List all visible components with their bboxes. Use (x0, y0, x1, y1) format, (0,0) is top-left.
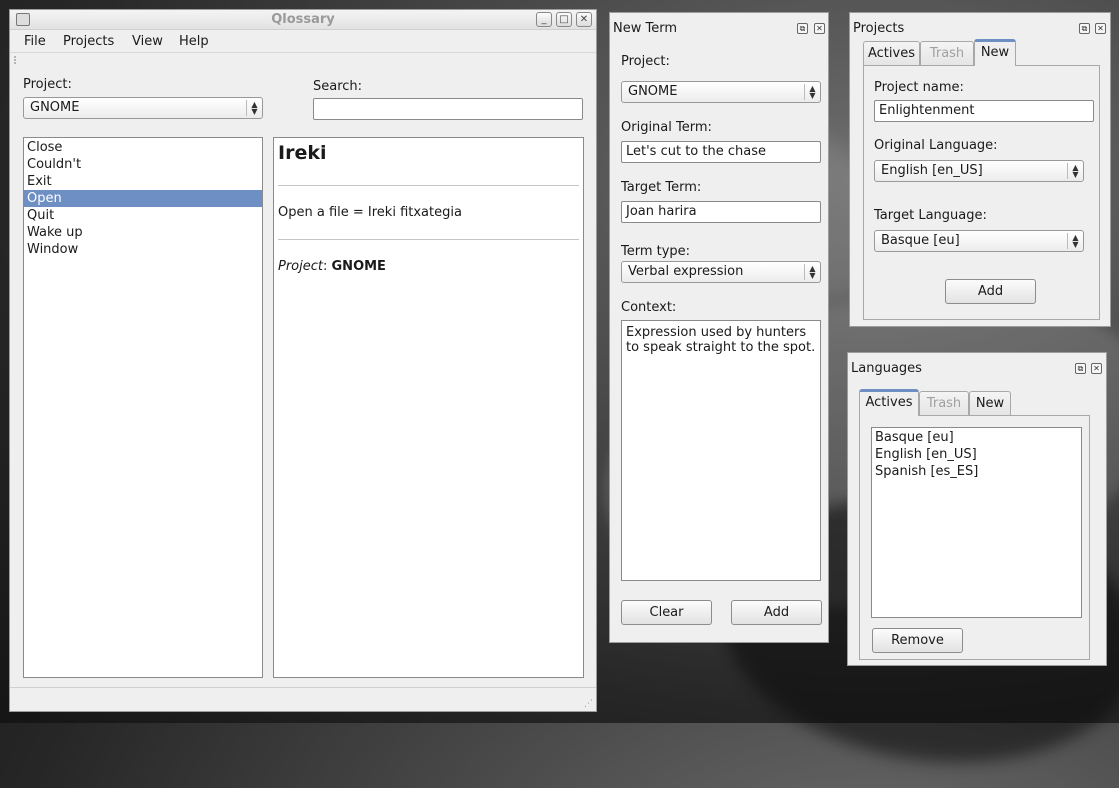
project-combo-value: GNOME (30, 100, 80, 115)
target-term-input[interactable]: Joan harira (621, 201, 821, 223)
list-item[interactable]: Quit (24, 207, 262, 224)
list-item[interactable]: Window (24, 241, 262, 258)
tab-trash[interactable]: Trash (920, 41, 974, 66)
term-type-combo[interactable]: Verbal expression ▲ ▼ (621, 261, 821, 283)
tab-trash[interactable]: Trash (919, 391, 969, 416)
title-bar: Qlossary _ □ ✕ (10, 10, 596, 30)
search-label: Search: (313, 79, 363, 94)
project-info: Project: GNOME (278, 259, 386, 274)
menu-bar: File Projects View Help (10, 31, 596, 53)
translation-line: Open a file = Ireki fitxategia (278, 205, 462, 220)
target-language-value: Basque [eu] (881, 233, 960, 248)
original-term-input[interactable]: Let's cut to the chase (621, 141, 821, 163)
search-input[interactable] (313, 98, 583, 120)
original-term-label: Original Term: (621, 120, 712, 135)
divider (278, 239, 579, 240)
window-title: Qlossary (271, 12, 335, 27)
list-item-selected[interactable]: Open (24, 190, 262, 207)
term-detail-panel: Ireki Open a file = Ireki fitxategia Pro… (273, 137, 584, 678)
float-icon[interactable]: ⧉ (1079, 23, 1090, 34)
combo-arrows-icon: ▲ ▼ (804, 84, 820, 100)
dock-title: Languages (851, 361, 922, 376)
float-icon[interactable]: ⧉ (797, 23, 808, 34)
remove-button[interactable]: Remove (872, 628, 963, 653)
menu-file[interactable]: File (24, 34, 46, 49)
target-language-label: Target Language: (874, 208, 987, 223)
term-type-value: Verbal expression (628, 264, 744, 279)
target-term-label: Target Term: (621, 180, 702, 195)
list-item[interactable]: Couldn't (24, 156, 262, 173)
list-item[interactable]: Spanish [es_ES] (872, 463, 1081, 480)
tab-actives[interactable]: Actives (863, 41, 920, 66)
clear-button[interactable]: Clear (621, 600, 712, 625)
context-textarea[interactable]: Expression used by hunters to speak stra… (621, 320, 821, 581)
dock-header: Projects ⧉ ✕ (850, 13, 1110, 39)
new-term-dock: New Term ⧉ ✕ Project: GNOME ▲ ▼ Original … (609, 12, 829, 643)
divider (278, 185, 579, 186)
close-icon[interactable]: ✕ (1095, 23, 1106, 34)
combo-arrows-icon: ▲ ▼ (804, 264, 820, 280)
list-item[interactable]: Basque [eu] (872, 429, 1081, 446)
add-project-button[interactable]: Add (945, 279, 1036, 304)
project-label: Project: (621, 54, 670, 69)
resize-grip-icon[interactable]: ⋰ (584, 699, 593, 709)
minimize-icon[interactable]: _ (536, 12, 552, 27)
combo-arrows-icon: ▲ ▼ (1067, 233, 1083, 249)
close-icon[interactable]: ✕ (576, 12, 592, 27)
target-language-combo[interactable]: Basque [eu] ▲ ▼ (874, 230, 1084, 252)
list-item[interactable]: Wake up (24, 224, 262, 241)
dock-title: New Term (613, 21, 677, 36)
new-project-pane: Project name: Enlightenment Original Lan… (863, 65, 1100, 320)
menu-view[interactable]: View (132, 34, 163, 49)
project-key: Project (278, 259, 323, 274)
main-window: Qlossary _ □ ✕ File Projects View Help P… (9, 9, 597, 712)
dock-header: New Term ⧉ ✕ (610, 13, 828, 39)
languages-pane: Basque [eu] English [en_US] Spanish [es_… (859, 415, 1090, 660)
languages-list[interactable]: Basque [eu] English [en_US] Spanish [es_… (871, 427, 1082, 618)
project-name-input[interactable]: Enlightenment (874, 100, 1094, 122)
list-item[interactable]: English [en_US] (872, 446, 1081, 463)
tab-actives[interactable]: Actives (859, 389, 919, 416)
term-type-label: Term type: (621, 244, 691, 259)
float-icon[interactable]: ⧉ (1075, 363, 1086, 374)
combo-arrows-icon: ▲ ▼ (1067, 163, 1083, 179)
term-heading: Ireki (278, 142, 327, 164)
tab-new[interactable]: New (969, 391, 1011, 416)
dock-title: Projects (853, 21, 905, 36)
original-language-label: Original Language: (874, 138, 998, 153)
list-item[interactable]: Close (24, 139, 262, 156)
project-combo[interactable]: GNOME ▲ ▼ (23, 97, 263, 119)
tab-new[interactable]: New (974, 39, 1016, 66)
list-item[interactable]: Exit (24, 173, 262, 190)
add-term-button[interactable]: Add (731, 600, 822, 625)
project-name-label: Project name: (874, 80, 964, 95)
project-combo-value: GNOME (628, 84, 678, 99)
dock-header: Languages ⧉ ✕ (848, 353, 1106, 379)
terms-list[interactable]: Close Couldn't Exit Open Quit Wake up Wi… (23, 137, 263, 678)
project-combo[interactable]: GNOME ▲ ▼ (621, 81, 821, 103)
status-bar: ⋰ (10, 687, 596, 711)
toolbar-grip[interactable] (14, 56, 24, 64)
original-language-combo[interactable]: English [en_US] ▲ ▼ (874, 160, 1084, 182)
menu-projects[interactable]: Projects (63, 34, 114, 49)
languages-dock: Languages ⧉ ✕ Actives Trash New Basque [… (847, 352, 1107, 666)
maximize-icon[interactable]: □ (556, 12, 572, 27)
original-language-value: English [en_US] (881, 163, 983, 178)
project-name: GNOME (331, 259, 386, 274)
projects-dock: Projects ⧉ ✕ Actives Trash New Project n… (849, 12, 1111, 327)
context-label: Context: (621, 300, 677, 315)
menu-help[interactable]: Help (179, 34, 209, 49)
project-label: Project: (23, 77, 72, 92)
close-icon[interactable]: ✕ (1091, 363, 1102, 374)
close-icon[interactable]: ✕ (814, 23, 825, 34)
combo-arrows-icon: ▲ ▼ (246, 100, 262, 116)
